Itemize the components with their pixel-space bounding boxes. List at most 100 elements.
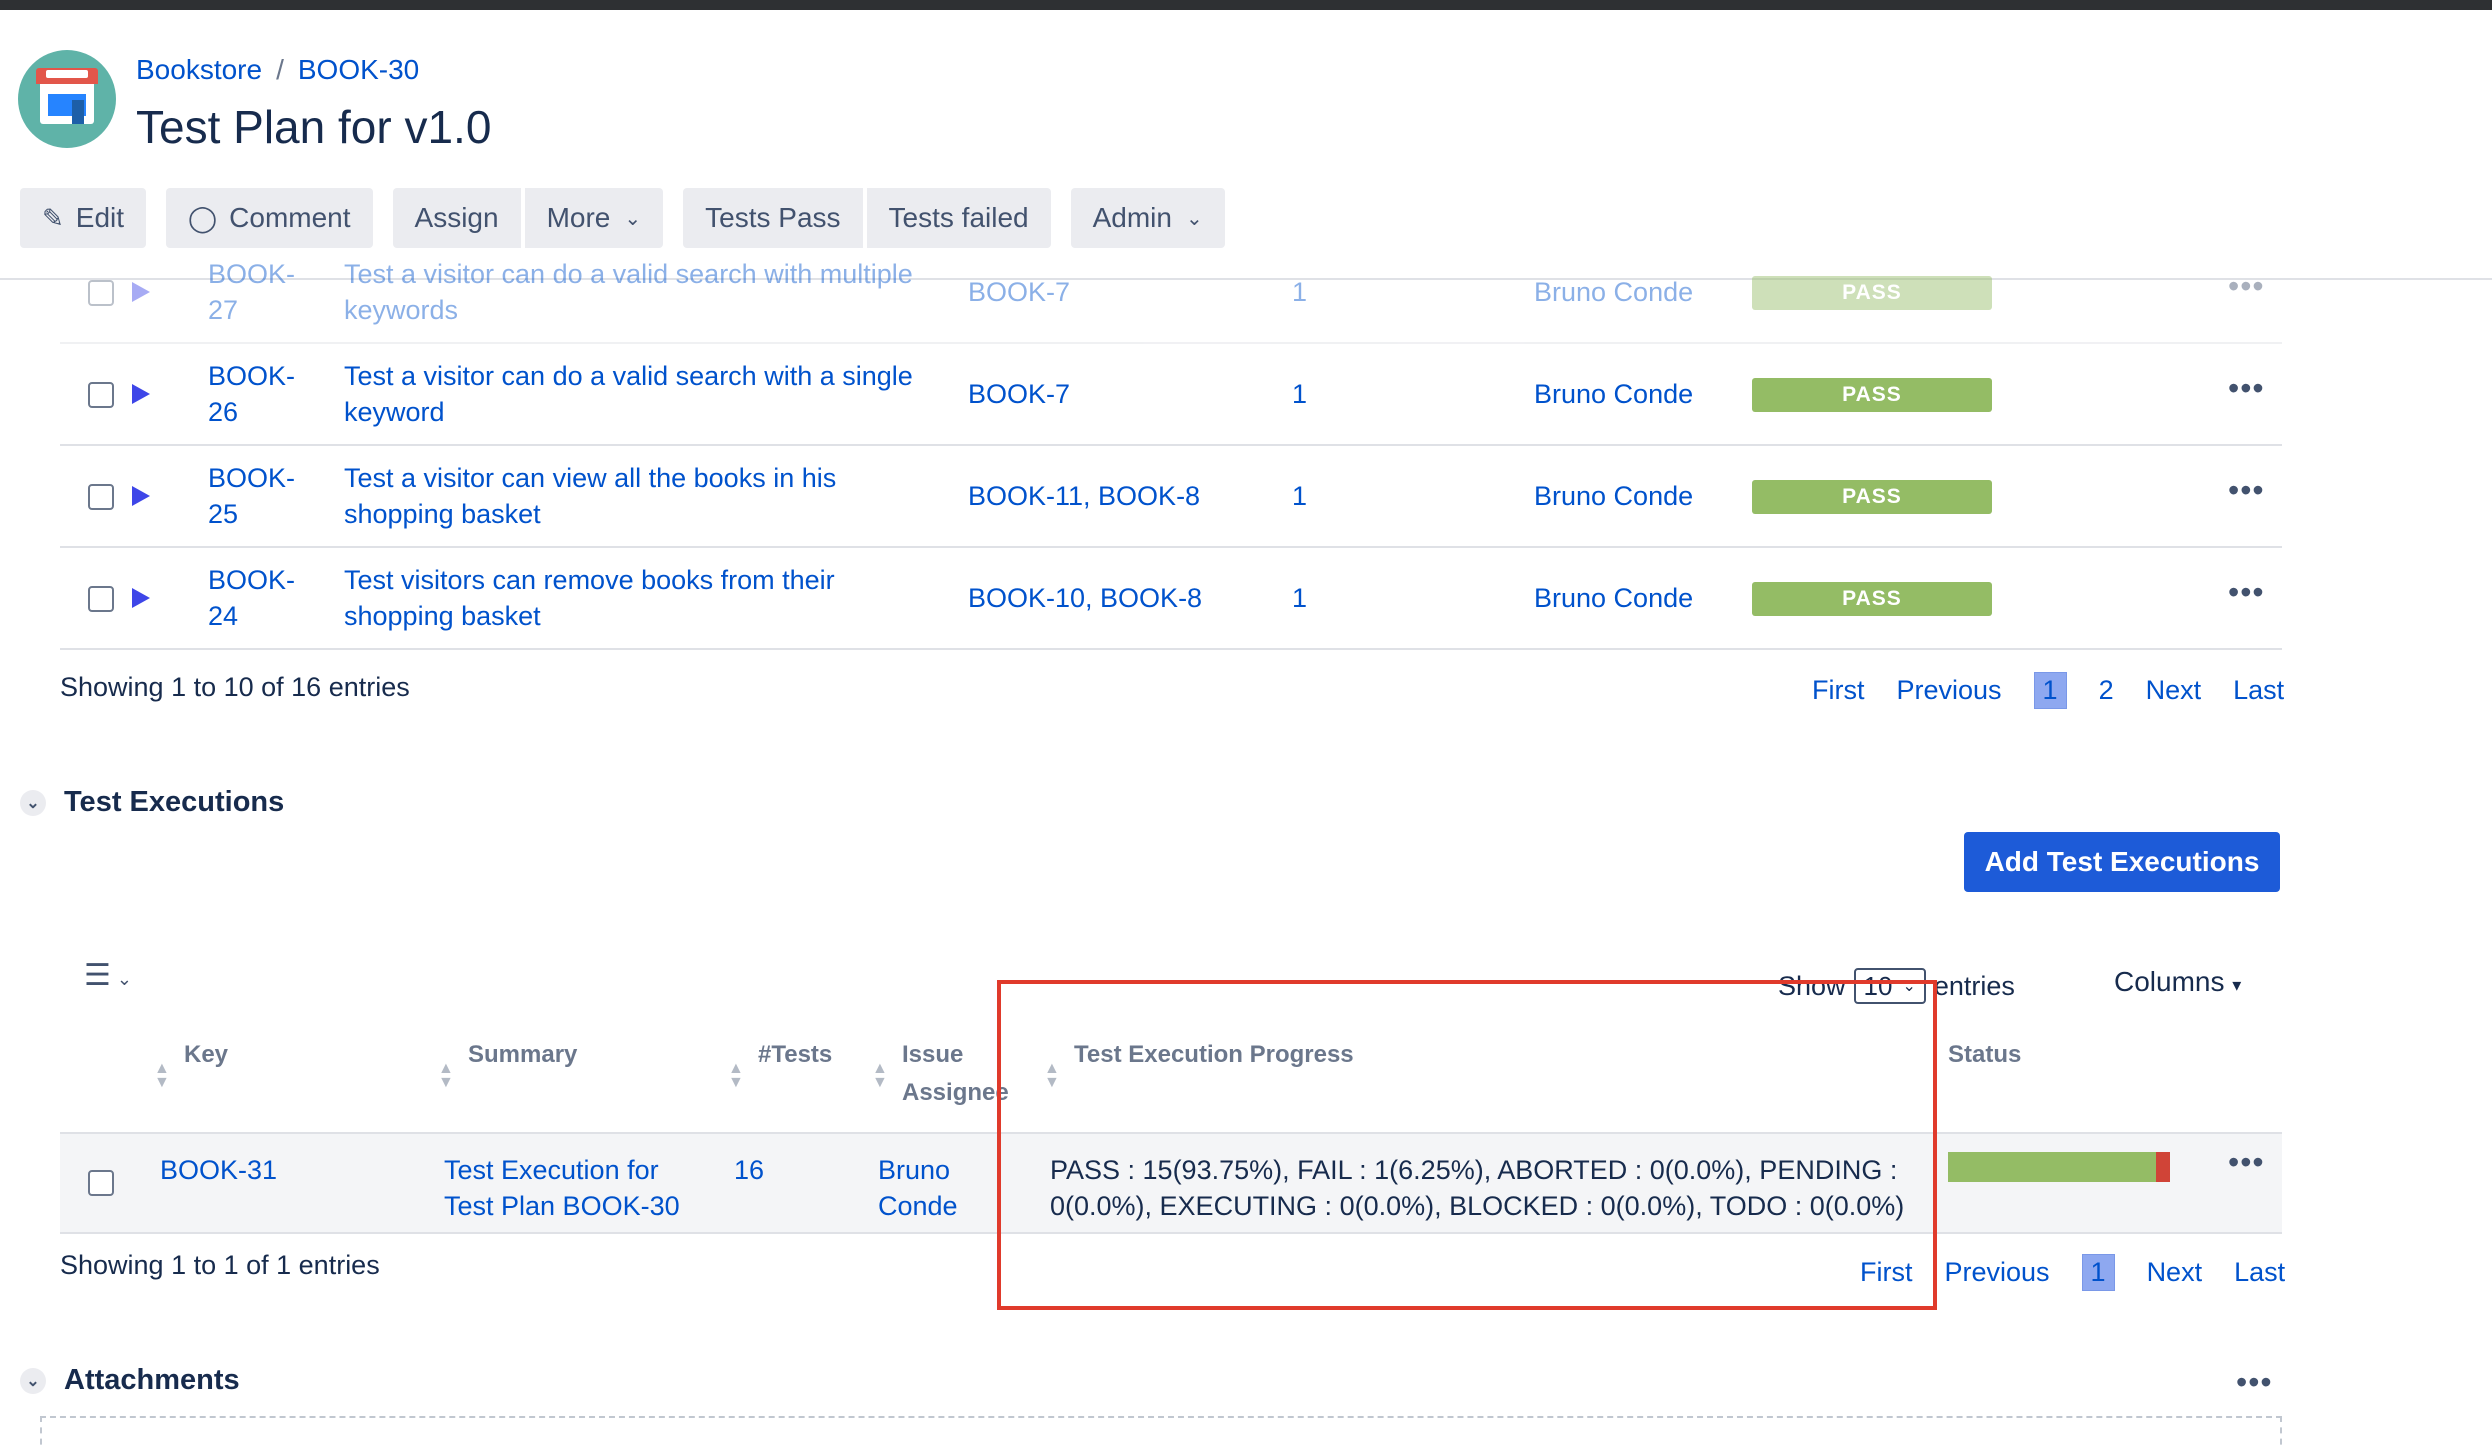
more-actions-icon[interactable]: ••• — [2228, 268, 2265, 305]
caret-down-icon: ▾ — [2232, 975, 2242, 995]
column-header-summary[interactable]: Summary — [468, 1036, 577, 1074]
test-key-link[interactable]: BOOK- 25 — [208, 460, 295, 532]
requirements-link[interactable]: BOOK-10, BOOK-8 — [968, 580, 1202, 616]
row-checkbox[interactable] — [88, 586, 114, 612]
more-actions-icon[interactable]: ••• — [2228, 370, 2265, 407]
attachments-section-header[interactable]: ⌄ Attachments — [20, 1364, 240, 1397]
test-summary-link[interactable]: Test a visitor can view all the books in… — [344, 460, 836, 532]
attachments-more-icon[interactable]: ••• — [2236, 1364, 2273, 1401]
test-executions-section-header[interactable]: ⌄ Test Executions — [20, 786, 284, 819]
test-summary-link[interactable]: Test visitors can remove books from thei… — [344, 562, 835, 634]
pager-page-1[interactable]: 1 — [2033, 672, 2067, 709]
status-badge: PASS — [1752, 378, 1992, 412]
column-header-status[interactable]: Status — [1948, 1036, 2021, 1074]
chevron-down-icon: ⌄ — [624, 207, 642, 230]
project-avatar-icon[interactable] — [18, 50, 116, 148]
test-count[interactable]: 1 — [1292, 274, 1307, 310]
breadcrumb-issue-link[interactable]: BOOK-30 — [298, 54, 419, 86]
comment-button[interactable]: ◯ Comment — [166, 188, 373, 248]
requirements-link[interactable]: BOOK-7 — [968, 274, 1070, 310]
comment-icon: ◯ — [188, 202, 218, 233]
table-row: BOOK- 24 Test visitors can remove books f… — [60, 548, 2282, 650]
entries-label: entries — [1933, 970, 2015, 1001]
pager-last[interactable]: Last — [2233, 675, 2284, 706]
requirements-link[interactable]: BOOK-11, BOOK-8 — [968, 478, 1200, 514]
issue-toolbar: ✎ Edit ◯ Comment Assign More ⌄ Tests Pas… — [20, 188, 1245, 248]
sort-icon[interactable]: ▲ ▼ — [872, 1061, 888, 1091]
assignee-link[interactable]: Bruno Conde — [1534, 478, 1693, 514]
assign-label: Assign — [414, 202, 499, 233]
play-icon[interactable] — [132, 588, 150, 608]
sort-icon[interactable]: ▲ ▼ — [154, 1061, 170, 1091]
assignee-link[interactable]: Bruno Conde — [1534, 376, 1693, 412]
execution-key-link[interactable]: BOOK-31 — [160, 1152, 277, 1188]
row-checkbox[interactable] — [88, 1170, 114, 1196]
column-header-key[interactable]: Key — [184, 1036, 228, 1074]
attachments-dropzone[interactable] — [40, 1416, 2282, 1446]
assignee-link[interactable]: Bruno Conde — [1534, 274, 1693, 310]
more-actions-icon[interactable]: ••• — [2228, 472, 2265, 509]
pager-page-1[interactable]: 1 — [2081, 1254, 2115, 1291]
breadcrumb-project-link[interactable]: Bookstore — [136, 54, 262, 86]
admin-label: Admin — [1092, 202, 1172, 233]
column-header-assignee[interactable]: Issue Assignee — [902, 1036, 1009, 1112]
tests-pagination: First Previous 1 2 Next Last — [1812, 672, 2284, 709]
play-icon[interactable] — [132, 486, 150, 506]
columns-button[interactable]: Columns ▾ — [2114, 966, 2241, 998]
test-key-link[interactable]: BOOK- 24 — [208, 562, 295, 634]
tests-pass-label: Tests Pass — [705, 202, 841, 233]
more-actions-icon[interactable]: ••• — [2228, 574, 2265, 611]
tests-failed-label: Tests failed — [888, 202, 1029, 233]
entries-select[interactable]: 10 ⌄ — [1853, 968, 1926, 1004]
test-count[interactable]: 1 — [1292, 478, 1307, 514]
execution-assignee-link[interactable]: Bruno Conde — [878, 1152, 958, 1224]
edit-button[interactable]: ✎ Edit — [20, 188, 147, 248]
pager-next[interactable]: Next — [2146, 675, 2202, 706]
status-badge: PASS — [1752, 276, 1992, 310]
status-bar-fail-segment — [2156, 1152, 2170, 1182]
table-row: BOOK-31 Test Execution for Test Plan BOOK… — [60, 1132, 2282, 1234]
more-actions-icon[interactable]: ••• — [2228, 1144, 2265, 1181]
test-summary-link[interactable]: Test a visitor can do a valid search wit… — [344, 256, 913, 328]
assignee-link[interactable]: Bruno Conde — [1534, 580, 1693, 616]
execution-tests-count[interactable]: 16 — [734, 1152, 764, 1188]
pager-previous[interactable]: Previous — [1944, 1257, 2049, 1288]
sort-icon[interactable]: ▲ ▼ — [438, 1061, 454, 1091]
test-count[interactable]: 1 — [1292, 580, 1307, 616]
pager-previous[interactable]: Previous — [1896, 675, 2001, 706]
column-header-progress[interactable]: Test Execution Progress — [1074, 1036, 1354, 1074]
row-checkbox[interactable] — [88, 280, 114, 306]
column-header-tests[interactable]: #Tests — [758, 1036, 832, 1074]
tests-pass-button[interactable]: Tests Pass — [683, 188, 863, 248]
pager-first[interactable]: First — [1860, 1257, 1912, 1288]
test-summary-link[interactable]: Test a visitor can do a valid search wit… — [344, 358, 913, 430]
admin-button[interactable]: Admin ⌄ — [1070, 188, 1225, 248]
row-checkbox[interactable] — [88, 382, 114, 408]
section-title: Test Executions — [64, 786, 285, 818]
more-button[interactable]: More ⌄ — [524, 188, 664, 248]
test-count[interactable]: 1 — [1292, 376, 1307, 412]
test-key-link[interactable]: BOOK- 27 — [208, 256, 295, 328]
list-view-icon[interactable]: ☰ ⌄ — [84, 958, 132, 993]
tests-failed-button[interactable]: Tests failed — [866, 188, 1051, 248]
add-test-executions-button[interactable]: Add Test Executions — [1964, 832, 2280, 892]
test-key-link[interactable]: BOOK- 26 — [208, 358, 295, 430]
assign-button[interactable]: Assign — [392, 188, 521, 248]
show-entries-control: Show 10 ⌄ entries — [1778, 968, 2015, 1004]
play-icon[interactable] — [132, 282, 150, 302]
pager-last[interactable]: Last — [2234, 1257, 2285, 1288]
pager-first[interactable]: First — [1812, 675, 1864, 706]
pager-page-2[interactable]: 2 — [2099, 675, 2114, 706]
comment-label: Comment — [229, 202, 351, 233]
pager-next[interactable]: Next — [2147, 1257, 2203, 1288]
play-icon[interactable] — [132, 384, 150, 404]
execution-summary-link[interactable]: Test Execution for Test Plan BOOK-30 — [444, 1152, 680, 1224]
more-label: More — [546, 202, 611, 233]
tests-entries-info: Showing 1 to 10 of 16 entries — [60, 672, 410, 702]
pencil-icon: ✎ — [42, 202, 64, 233]
page-title: Test Plan for v1.0 — [136, 101, 492, 153]
sort-icon[interactable]: ▲ ▼ — [1044, 1061, 1060, 1091]
row-checkbox[interactable] — [88, 484, 114, 510]
requirements-link[interactable]: BOOK-7 — [968, 376, 1070, 412]
sort-icon[interactable]: ▲ ▼ — [728, 1061, 744, 1091]
